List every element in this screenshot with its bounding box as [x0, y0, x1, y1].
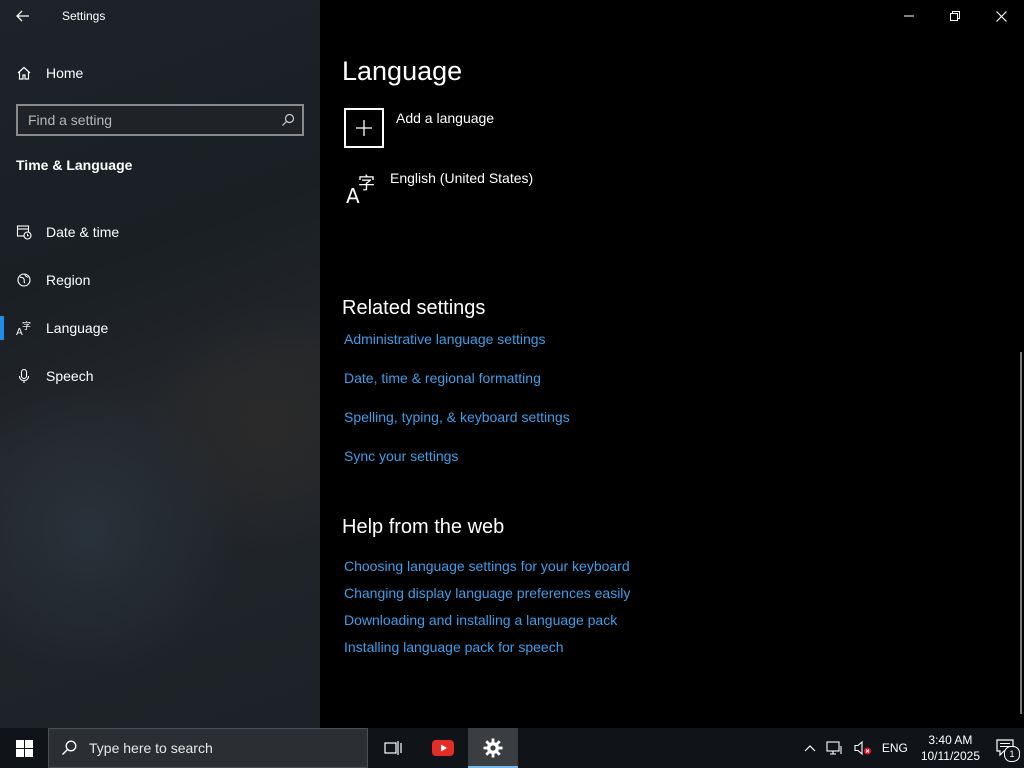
- link-keyboard-language-help[interactable]: Choosing language settings for your keyb…: [344, 558, 630, 574]
- taskbar-app-settings[interactable]: [468, 728, 518, 768]
- back-arrow-icon: [16, 10, 29, 22]
- task-view-icon: [384, 741, 402, 755]
- link-language-pack-help[interactable]: Downloading and installing a language pa…: [344, 612, 617, 628]
- clock-time: 3:40 AM: [928, 733, 973, 747]
- task-view-button[interactable]: [368, 728, 418, 768]
- close-icon: [995, 10, 1007, 22]
- action-center-button[interactable]: 1: [988, 728, 1024, 768]
- start-button[interactable]: [0, 728, 48, 768]
- related-settings-heading: Related settings: [342, 297, 486, 319]
- windows-logo-icon: [15, 739, 33, 757]
- gear-icon: [483, 738, 503, 758]
- back-button[interactable]: [0, 0, 46, 32]
- link-spelling-typing-keyboard-settings[interactable]: Spelling, typing, & keyboard settings: [344, 409, 570, 425]
- sidebar-nav: Date & time Region A字 Language Speech: [0, 208, 320, 400]
- sidebar: Settings Home Time & Language Date & tim…: [0, 0, 320, 728]
- clock[interactable]: 3:40 AM 10/11/2025: [913, 732, 988, 764]
- show-hidden-icons-button[interactable]: [799, 728, 821, 768]
- chevron-up-icon: [804, 745, 816, 752]
- sidebar-item-region[interactable]: Region: [0, 256, 320, 304]
- notification-count-badge: 1: [1004, 746, 1020, 762]
- home-icon: [16, 65, 32, 81]
- add-language-label: Add a language: [396, 110, 495, 126]
- scrollbar[interactable]: [1020, 352, 1022, 714]
- link-administrative-language-settings[interactable]: Administrative language settings: [344, 331, 546, 347]
- language-icon: A字: [16, 320, 32, 336]
- installed-language-item[interactable]: A字 English (United States): [344, 168, 533, 208]
- search-icon[interactable]: [274, 113, 302, 127]
- link-speech-language-pack-help[interactable]: Installing language pack for speech: [344, 639, 563, 655]
- input-language-indicator[interactable]: ENG: [877, 728, 913, 768]
- app-title: Settings: [62, 9, 106, 23]
- youtube-icon: [432, 740, 454, 756]
- sidebar-item-label: Language: [46, 320, 109, 336]
- section-heading: Time & Language: [16, 157, 133, 173]
- svg-text:字: 字: [22, 320, 31, 332]
- clock-date: 10/11/2025: [920, 749, 980, 763]
- svg-text:字: 字: [358, 174, 375, 194]
- restore-icon: [950, 11, 960, 21]
- add-language-button[interactable]: Add a language: [344, 108, 494, 148]
- close-button[interactable]: [978, 0, 1024, 32]
- link-date-time-regional-formatting[interactable]: Date, time & regional formatting: [344, 370, 541, 386]
- minimize-icon: [904, 15, 914, 17]
- globe-icon: [16, 272, 32, 288]
- help-from-web-heading: Help from the web: [342, 516, 505, 538]
- home-nav-item[interactable]: Home: [16, 60, 83, 86]
- taskbar-app-youtube[interactable]: [418, 728, 468, 768]
- network-icon: [826, 741, 842, 755]
- search-icon: [62, 740, 77, 755]
- page-title: Language: [342, 56, 463, 86]
- microphone-icon: [16, 368, 32, 384]
- restore-button[interactable]: [932, 0, 978, 32]
- taskbar: Type here to search ENG 3:40 AM 10/11/20…: [0, 728, 1024, 768]
- home-label: Home: [46, 65, 84, 81]
- network-button[interactable]: [821, 728, 849, 768]
- taskbar-search-placeholder: Type here to search: [89, 740, 213, 756]
- volume-muted-icon: [854, 740, 871, 756]
- sidebar-item-label: Region: [46, 272, 91, 288]
- sidebar-item-speech[interactable]: Speech: [0, 352, 320, 400]
- installed-language-label: English (United States): [390, 170, 534, 186]
- taskbar-search[interactable]: Type here to search: [48, 728, 368, 768]
- find-setting-input[interactable]: [18, 111, 274, 129]
- sidebar-item-date-time[interactable]: Date & time: [0, 208, 320, 256]
- window-controls: [886, 0, 1024, 32]
- sidebar-item-language[interactable]: A字 Language: [0, 304, 320, 352]
- sidebar-item-label: Speech: [46, 368, 94, 384]
- sidebar-item-label: Date & time: [46, 224, 120, 240]
- plus-icon: [344, 108, 384, 148]
- minimize-button[interactable]: [886, 0, 932, 32]
- link-sync-your-settings[interactable]: Sync your settings: [344, 448, 458, 464]
- language-icon: A字: [344, 168, 384, 208]
- volume-button[interactable]: [849, 728, 877, 768]
- find-setting-search[interactable]: [16, 104, 304, 136]
- main-content: Language Add a language A字 English (Unit…: [320, 0, 1024, 728]
- title-bar-left: Settings: [0, 0, 320, 32]
- system-tray: ENG 3:40 AM 10/11/2025 1: [799, 728, 1024, 768]
- calendar-clock-icon: [16, 224, 32, 240]
- link-display-language-help[interactable]: Changing display language preferences ea…: [344, 585, 630, 601]
